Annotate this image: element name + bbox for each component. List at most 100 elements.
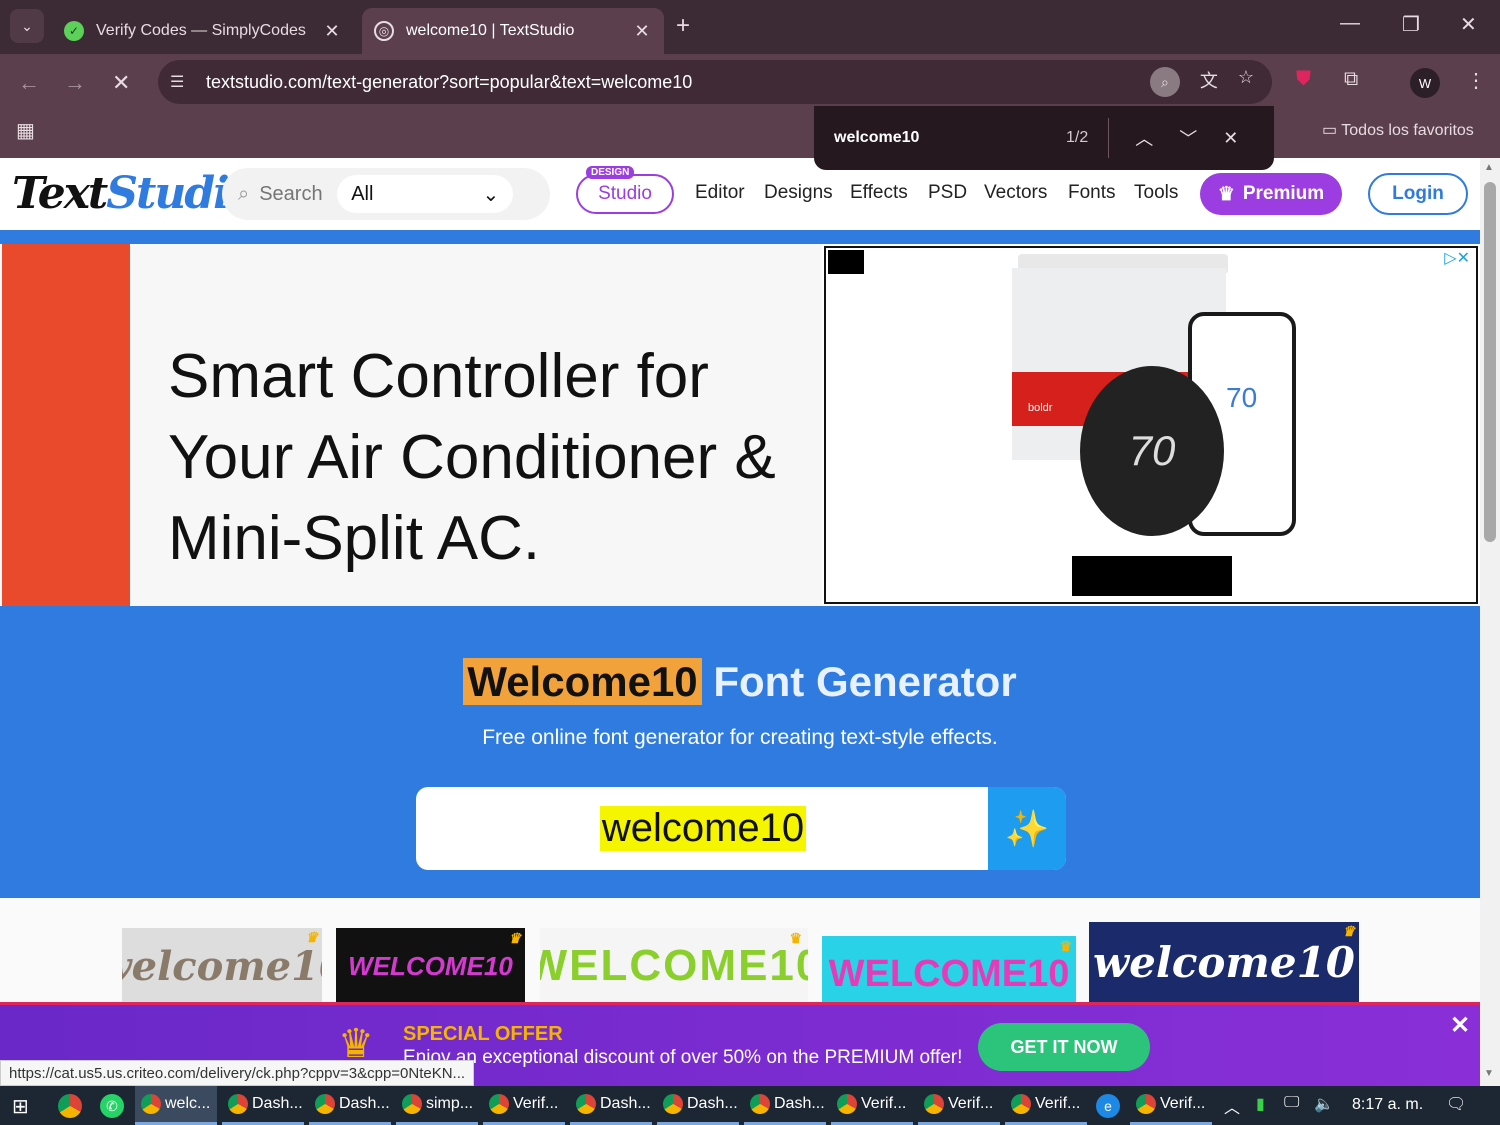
- taskbar-item[interactable]: Verif...: [1130, 1086, 1212, 1125]
- clock[interactable]: 8:17 a. m.: [1352, 1096, 1423, 1114]
- font-thumbnail[interactable]: welcome10♛: [1089, 922, 1359, 1002]
- login-button[interactable]: Login: [1368, 173, 1468, 215]
- font-thumbnail[interactable]: WELCOME10 ♛: [822, 936, 1076, 1012]
- find-input[interactable]: welcome10: [834, 129, 1034, 147]
- find-next-icon[interactable]: ﹀: [1179, 125, 1197, 151]
- url-text[interactable]: textstudio.com/text-generator?sort=popul…: [206, 72, 1150, 93]
- all-bookmarks-label: Todos los favoritos: [1341, 122, 1474, 139]
- address-bar[interactable]: ☰ textstudio.com/text-generator?sort=pop…: [158, 60, 1272, 104]
- textstudio-logo[interactable]: TextStudio: [12, 168, 257, 219]
- taskbar-item[interactable]: Verif...: [483, 1086, 565, 1125]
- volume-icon[interactable]: 🔈: [1314, 1094, 1334, 1114]
- forward-icon[interactable]: →: [64, 70, 86, 96]
- ublock-icon[interactable]: ⛊: [1296, 68, 1311, 91]
- crown-icon: ♛: [789, 930, 804, 946]
- chrome-icon: [489, 1094, 509, 1114]
- ad-accent-stripe: [2, 244, 130, 606]
- new-tab-icon[interactable]: +: [676, 12, 690, 40]
- minimize-icon[interactable]: —: [1340, 12, 1360, 35]
- app-tray-icon[interactable]: ▮: [1256, 1094, 1265, 1114]
- site-info-icon[interactable]: ☰: [170, 72, 194, 92]
- stop-loading-icon[interactable]: ✕: [112, 70, 130, 96]
- tab-search-button[interactable]: ⌄: [10, 9, 44, 43]
- search-input[interactable]: [259, 182, 330, 206]
- ad-banner-right[interactable]: ▷✕ boldr 70 70: [824, 246, 1478, 604]
- taskbar-item[interactable]: Dash...: [222, 1086, 304, 1125]
- taskbar-item[interactable]: Verif...: [918, 1086, 1000, 1125]
- notifications-icon[interactable]: 🗨: [1446, 1094, 1466, 1114]
- close-window-icon[interactable]: ✕: [1460, 12, 1477, 37]
- font-thumbnail[interactable]: welcome10♛: [122, 928, 322, 1004]
- category-select[interactable]: All ⌄: [337, 175, 514, 213]
- nav-effects[interactable]: Effects: [850, 182, 908, 204]
- simplycodes-icon: ✓: [64, 21, 84, 41]
- whatsapp-icon[interactable]: ✆: [100, 1094, 124, 1118]
- font-thumbnail[interactable]: WELCOME10 ♛: [540, 928, 808, 1004]
- adchoices-icon[interactable]: ▷✕: [1444, 248, 1470, 268]
- restore-icon[interactable]: ❐: [1402, 12, 1420, 37]
- browser-toolbar: ← → ✕ ☰ textstudio.com/text-generator?so…: [0, 54, 1500, 158]
- taskbar-item[interactable]: Verif...: [1005, 1086, 1087, 1125]
- taskbar-item[interactable]: Dash...: [570, 1086, 652, 1125]
- taskbar-item[interactable]: Dash...: [744, 1086, 826, 1125]
- windows-start-icon[interactable]: ⊞: [12, 1094, 29, 1119]
- taskbar-item[interactable]: Verif...: [831, 1086, 913, 1125]
- taskbar-item[interactable]: Dash...: [309, 1086, 391, 1125]
- profile-avatar[interactable]: W: [1410, 68, 1440, 98]
- design-studio-button[interactable]: DESIGN Studio: [576, 166, 674, 214]
- scroll-up-icon[interactable]: ▲: [1484, 162, 1494, 173]
- nav-tools[interactable]: Tools: [1134, 182, 1178, 204]
- find-count: 1/2: [1066, 129, 1089, 146]
- magic-wand-icon[interactable]: ✨: [988, 787, 1066, 870]
- find-close-icon[interactable]: ✕: [1223, 128, 1238, 149]
- close-tab-icon[interactable]: ✕: [322, 21, 342, 42]
- chrome-icon: [1011, 1094, 1031, 1114]
- premium-button[interactable]: ♛ Premium: [1200, 173, 1342, 215]
- nav-editor[interactable]: Editor: [695, 182, 745, 204]
- text-input[interactable]: welcome10: [416, 787, 990, 870]
- logo-text: Text: [12, 168, 108, 219]
- get-it-now-button[interactable]: GET IT NOW: [978, 1023, 1150, 1071]
- ad-banner-left[interactable]: Smart Controller for Your Air Conditione…: [0, 244, 822, 606]
- find-previous-icon[interactable]: ︿: [1135, 125, 1153, 151]
- nav-vectors[interactable]: Vectors: [984, 182, 1047, 204]
- taskbar-item[interactable]: simp...: [396, 1086, 478, 1125]
- taskbar-label: Dash...: [252, 1095, 303, 1112]
- apps-grid-icon[interactable]: ▦: [16, 118, 35, 143]
- tray-chevron-icon[interactable]: ︿: [1224, 1094, 1240, 1118]
- premium-label: Premium: [1242, 183, 1325, 204]
- font-thumbnail[interactable]: WELCOME10 ♛: [336, 928, 525, 1004]
- status-url: https://cat.us5.us.criteo.com/delivery/c…: [0, 1060, 475, 1086]
- page-scrollbar[interactable]: ▲ ▼: [1480, 158, 1500, 1086]
- edge-icon[interactable]: e: [1096, 1094, 1120, 1118]
- phone-temperature: 70: [1226, 382, 1258, 413]
- lens-icon[interactable]: ⌕: [1149, 67, 1180, 97]
- all-bookmarks-folder[interactable]: ▭ Todos los favoritos: [1322, 120, 1474, 140]
- taskbar-label: welc...: [165, 1095, 211, 1112]
- back-icon[interactable]: ←: [18, 70, 40, 96]
- network-icon[interactable]: 🖵: [1284, 1094, 1299, 1112]
- translate-icon[interactable]: 文: [1200, 67, 1218, 97]
- design-tag: DESIGN: [586, 166, 635, 179]
- tab-simplycodes[interactable]: ✓ Verify Codes — SimplyCodes ✕: [52, 8, 354, 54]
- browser-chrome: ⌄ ✓ Verify Codes — SimplyCodes ✕ ◎ welco…: [0, 0, 1500, 158]
- close-tab-icon[interactable]: ✕: [632, 21, 652, 42]
- scroll-down-icon[interactable]: ▼: [1484, 1068, 1494, 1079]
- chrome-icon[interactable]: [58, 1094, 82, 1118]
- extensions-icon[interactable]: ⧉: [1344, 68, 1358, 91]
- bookmark-star-icon[interactable]: ☆: [1238, 67, 1254, 97]
- tab-textstudio[interactable]: ◎ welcome10 | TextStudio ✕: [362, 8, 664, 54]
- nav-designs[interactable]: Designs: [764, 182, 833, 204]
- menu-icon[interactable]: ⋮: [1466, 68, 1486, 93]
- nav-fonts[interactable]: Fonts: [1068, 182, 1116, 204]
- close-icon[interactable]: ✕: [1450, 1011, 1470, 1040]
- taskbar-item[interactable]: Dash...: [657, 1086, 739, 1125]
- taskbar-item[interactable]: welc...: [135, 1086, 217, 1125]
- nav-psd[interactable]: PSD: [928, 182, 967, 204]
- offer-description: Enjoy an exceptional discount of over 50…: [403, 1047, 963, 1068]
- taskbar-label: Verif...: [948, 1095, 994, 1112]
- tab-bar: ⌄ ✓ Verify Codes — SimplyCodes ✕ ◎ welco…: [0, 0, 1500, 54]
- text-input-value: welcome10: [599, 806, 807, 851]
- scrollbar-thumb[interactable]: [1484, 182, 1496, 542]
- search-icon: ⌕: [238, 182, 250, 205]
